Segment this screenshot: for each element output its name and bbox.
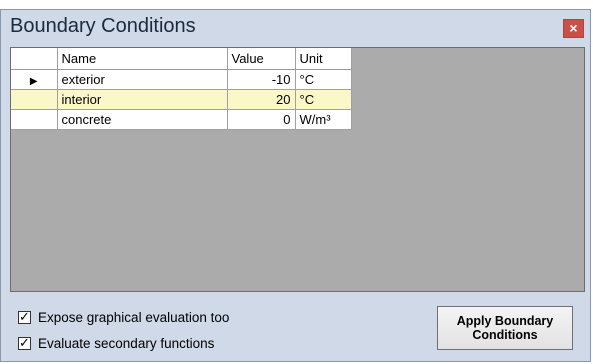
row-header[interactable] bbox=[11, 89, 58, 110]
row-header[interactable]: ▶ bbox=[11, 69, 58, 90]
cell-unit[interactable]: W/m³ bbox=[295, 109, 352, 130]
grid-table: Name Value Unit ▶ exterior -10 °C interi… bbox=[11, 48, 352, 130]
cell-name[interactable]: concrete bbox=[57, 109, 228, 130]
cell-value[interactable]: 0 bbox=[227, 109, 296, 130]
evaluate-secondary-option[interactable]: ✓ Evaluate secondary functions bbox=[18, 335, 214, 351]
expose-graphical-label[interactable]: Expose graphical evaluation too bbox=[38, 310, 229, 325]
cell-unit[interactable]: °C bbox=[295, 69, 352, 90]
cell-value[interactable]: -10 bbox=[227, 69, 296, 90]
table-row[interactable]: interior 20 °C bbox=[11, 89, 352, 110]
apply-boundary-conditions-button[interactable]: Apply Boundary Conditions bbox=[437, 306, 573, 350]
cell-unit[interactable]: °C bbox=[295, 89, 352, 110]
cell-value[interactable]: 20 bbox=[227, 89, 296, 110]
row-pointer-icon: ▶ bbox=[29, 75, 38, 87]
row-header[interactable] bbox=[11, 109, 58, 130]
title-bar: Boundary Conditions × bbox=[1, 10, 590, 46]
table-row[interactable]: ▶ exterior -10 °C bbox=[11, 69, 352, 90]
options-panel: ✓ Expose graphical evaluation too ✓ Eval… bbox=[1, 300, 590, 362]
column-header-value[interactable]: Value bbox=[227, 48, 296, 70]
column-header-unit[interactable]: Unit bbox=[295, 48, 352, 70]
grid-header-row: Name Value Unit bbox=[11, 48, 352, 70]
grid-corner-cell[interactable] bbox=[11, 48, 58, 70]
expose-graphical-option[interactable]: ✓ Expose graphical evaluation too bbox=[18, 309, 229, 325]
dialog-title: Boundary Conditions bbox=[10, 15, 196, 37]
evaluate-secondary-checkbox[interactable]: ✓ bbox=[18, 335, 31, 350]
close-button[interactable]: × bbox=[563, 19, 584, 38]
boundary-conditions-dialog: Boundary Conditions × Name Value Unit ▶ … bbox=[0, 9, 591, 362]
cell-name[interactable]: interior bbox=[57, 89, 228, 110]
table-row[interactable]: concrete 0 W/m³ bbox=[11, 109, 352, 130]
cell-name[interactable]: exterior bbox=[57, 69, 228, 90]
close-icon: × bbox=[569, 20, 578, 36]
checkmark-icon: ✓ bbox=[19, 309, 30, 324]
evaluate-secondary-label[interactable]: Evaluate secondary functions bbox=[38, 336, 214, 351]
boundary-conditions-grid[interactable]: Name Value Unit ▶ exterior -10 °C interi… bbox=[10, 47, 585, 292]
checkmark-icon: ✓ bbox=[19, 335, 30, 350]
expose-graphical-checkbox[interactable]: ✓ bbox=[18, 309, 31, 324]
column-header-name[interactable]: Name bbox=[57, 48, 228, 70]
